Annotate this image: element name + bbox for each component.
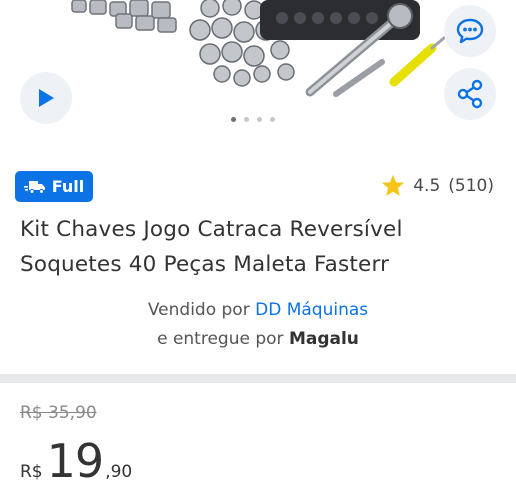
product-image-gallery[interactable] [0,0,516,135]
price-cents: ,90 [105,462,133,482]
section-divider [0,374,516,383]
share-icon [457,79,483,109]
rating-count: (510) [448,175,494,196]
price-integer: 19 [46,434,105,488]
gallery-pagination [231,117,275,122]
product-title: Kit Chaves Jogo Catraca Reversível Soque… [20,212,490,282]
play-icon [39,89,54,107]
play-video-button[interactable] [20,72,72,124]
pagination-dot[interactable] [257,117,262,122]
pagination-dot[interactable] [231,117,236,122]
current-price: R$ 19 ,90 [20,436,132,486]
share-button[interactable] [444,68,496,120]
chat-icon [456,18,484,44]
product-title-line-2: Soquetes 40 Peças Maleta Fasterr [20,252,390,277]
delivered-by-line: e entregue por Magalu [0,325,516,354]
sold-by-prefix: Vendido por [147,300,250,320]
product-title-line-1: Kit Chaves Jogo Catraca Reversível [20,217,403,242]
rating-value: 4.5 [413,175,441,196]
pagination-dot[interactable] [244,117,249,122]
full-badge-label: Full [51,177,85,196]
delivered-by-name: Magalu [288,329,359,349]
seller-info: Vendido por DD Máquinas e entregue por M… [0,296,516,354]
original-price: R$ 35,90 [20,403,97,423]
delivered-by-prefix: e entregue por [157,329,284,349]
pagination-dot[interactable] [270,117,275,122]
price-currency: R$ [20,462,43,482]
product-image[interactable] [60,0,460,110]
star-icon [382,174,405,196]
seller-link[interactable]: DD Máquinas [255,300,368,320]
chat-button[interactable] [444,5,496,57]
truck-icon [23,180,45,194]
product-rating[interactable]: 4.5 (510) [381,174,494,197]
sold-by-line: Vendido por DD Máquinas [0,296,516,325]
full-shipping-badge: Full [15,171,93,202]
